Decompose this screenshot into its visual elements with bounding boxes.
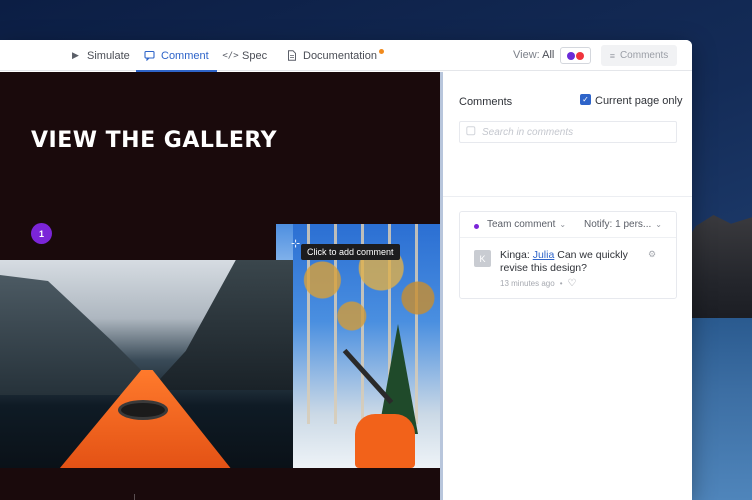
comments-panel: Comments ✓ Current page only Team commen… xyxy=(443,72,692,500)
ski-photo xyxy=(293,224,440,468)
document-icon xyxy=(286,50,297,61)
gear-icon[interactable]: ⚙ xyxy=(648,249,656,260)
meta-separator: • xyxy=(559,279,563,288)
comment-time: 13 minutes ago xyxy=(500,279,555,288)
comment-search[interactable] xyxy=(459,121,677,143)
purple-dot-icon xyxy=(567,51,575,60)
add-comment-tooltip: Click to add comment xyxy=(301,244,400,260)
color-toggle[interactable] xyxy=(560,47,591,64)
team-dot-icon xyxy=(474,224,479,229)
code-icon: </> xyxy=(222,50,239,61)
gallery-title: VIEW THE GALLERY xyxy=(31,128,278,153)
comment-mention[interactable]: Julia xyxy=(533,249,555,261)
view-value: All xyxy=(542,49,555,61)
red-dot-icon xyxy=(576,51,584,60)
view-filter[interactable]: View: All xyxy=(513,49,554,61)
current-page-only-checkbox[interactable]: ✓ xyxy=(580,94,591,105)
tab-spec[interactable]: </> Spec xyxy=(222,40,269,71)
thread-header: Team comment ⌄ Notify: 1 pers... ⌄ xyxy=(460,212,676,238)
chevron-down-icon: ⌄ xyxy=(559,220,567,229)
notify-label: Notify: 1 pers... xyxy=(584,219,652,230)
panel-divider xyxy=(443,196,692,197)
search-icon xyxy=(466,126,476,138)
toolbar: ▶ Simulate Comment </> Spec Documentatio… xyxy=(0,40,692,72)
tab-simulate-label: Simulate xyxy=(87,49,130,62)
cursor-icon: ⊹ xyxy=(291,238,301,250)
view-prefix: View: xyxy=(513,49,540,61)
search-input[interactable] xyxy=(482,126,662,138)
channel-select[interactable]: Team comment ⌄ xyxy=(487,219,566,230)
comments-button[interactable]: ≡ Comments xyxy=(601,45,677,66)
tab-simulate[interactable]: ▶ Simulate xyxy=(68,40,132,71)
tab-documentation[interactable]: Documentation xyxy=(284,40,384,71)
tab-comment-label: Comment xyxy=(161,49,209,62)
notification-dot xyxy=(379,49,384,54)
avatar: K xyxy=(474,250,491,267)
channel-label: Team comment xyxy=(487,219,556,230)
list-icon: ≡ xyxy=(609,50,615,61)
desktop-sea xyxy=(682,318,752,500)
tab-spec-label: Spec xyxy=(242,49,268,62)
desktop-mountain xyxy=(682,215,752,325)
comment-pin[interactable]: 1 xyxy=(31,223,52,244)
comments-button-label: Comments xyxy=(619,50,669,61)
comment-icon xyxy=(144,50,155,61)
current-page-only-label[interactable]: Current page only xyxy=(595,95,682,107)
tab-documentation-label: Documentation xyxy=(303,49,377,62)
arrow-divider xyxy=(134,494,135,500)
design-canvas[interactable]: VIEW THE GALLERY 1 ⊹ Click to add commen… xyxy=(0,72,440,500)
heart-icon[interactable]: ♡ xyxy=(568,278,577,289)
comment-author: Kinga: xyxy=(500,249,530,261)
tab-comment[interactable]: Comment xyxy=(136,40,217,72)
app-window: ▶ Simulate Comment </> Spec Documentatio… xyxy=(0,40,692,500)
checkmark-icon: ✓ xyxy=(582,95,589,104)
comment-meta: 13 minutes ago • ♡ xyxy=(500,278,576,289)
comment-body: Kinga: Julia Can we quickly revise this … xyxy=(500,249,650,275)
kayak-photo xyxy=(0,260,293,468)
play-icon: ▶ xyxy=(72,50,79,60)
chevron-down-icon: ⌄ xyxy=(655,220,662,229)
comment-thread[interactable]: Team comment ⌄ Notify: 1 pers... ⌄ K Kin… xyxy=(459,211,677,299)
notify-select[interactable]: Notify: 1 pers... ⌄ xyxy=(584,219,662,230)
panel-title: Comments xyxy=(459,96,513,108)
